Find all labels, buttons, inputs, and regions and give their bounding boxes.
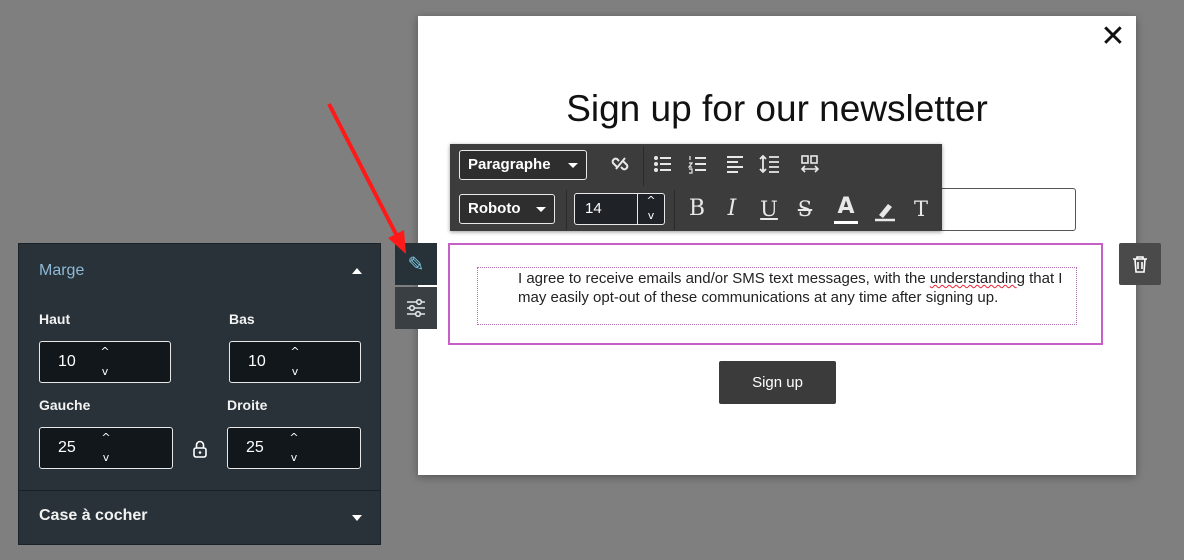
clear-format-icon[interactable]: T [909,198,933,220]
misspelled-word: understandin [929,270,1017,287]
toolbar-divider [674,190,675,230]
close-icon[interactable]: ✕ [1098,22,1128,52]
underline-icon[interactable]: U [757,198,781,220]
newsletter-modal: ✕ Sign up for our newsletter I agree to … [418,16,1136,475]
font-size-value: 14 [585,200,602,217]
modal-title: Sign up for our newsletter [566,88,988,129]
panel-divider [19,490,380,491]
chevron-down-icon[interactable]: v [40,448,172,468]
consent-text-part1: I agree to receive emails and/or SMS tex… [518,270,930,287]
gauche-stepper[interactable]: 25 ^ v [39,427,173,469]
consent-checkbox-area[interactable]: I agree to receive emails and/or SMS tex… [477,267,1077,325]
line-height-icon[interactable] [758,154,782,179]
numbered-list-icon[interactable] [686,154,710,179]
letter-spacing-icon[interactable] [798,154,822,179]
font-size-spinner: ^ v [637,194,664,224]
block-type-select[interactable]: Paragraphe [459,150,587,180]
section-title-marge[interactable]: Marge [39,262,84,280]
gauche-label: Gauche [39,397,91,413]
chevron-down-icon [568,163,578,168]
bold-icon[interactable]: B [685,198,709,220]
margin-settings-panel: Marge Haut Bas 10 ^ v 10 ^ v Gauche Droi… [18,243,381,545]
toolbar-divider [643,146,644,186]
trash-icon[interactable] [1119,243,1161,285]
bas-label: Bas [229,311,255,327]
font-family-select[interactable]: Roboto [459,194,555,224]
sliders-icon[interactable] [395,287,437,329]
consent-text[interactable]: I agree to receive emails and/or SMS tex… [518,269,1078,307]
chevron-down-icon[interactable] [352,515,362,521]
chevron-up-icon[interactable]: ^ [40,428,172,448]
chevron-up-icon[interactable]: ^ [230,342,360,362]
droite-stepper[interactable]: 25 ^ v [227,427,361,469]
section-title-case-a-cocher[interactable]: Case à cocher [39,507,148,525]
chevron-down-icon[interactable]: v [638,209,664,224]
chevron-up-icon[interactable]: ^ [40,342,170,362]
unlink-icon[interactable] [608,154,632,179]
signup-button[interactable]: Sign up [719,361,836,404]
font-size-stepper[interactable]: 14 ^ v [574,193,665,225]
pencil-icon[interactable]: ✎ [395,243,437,285]
font-family-value: Roboto [468,200,521,217]
haut-label: Haut [39,311,71,327]
chevron-up-icon[interactable] [352,268,362,274]
chevron-up-icon[interactable]: ^ [638,194,664,209]
chevron-down-icon[interactable]: v [230,362,360,382]
chevron-down-icon[interactable]: v [228,448,360,468]
chevron-down-icon [536,207,546,212]
italic-icon[interactable]: I [720,198,744,220]
bullet-list-icon[interactable] [651,154,675,179]
text-color-icon[interactable]: A [834,196,858,224]
toolbar-divider [566,190,567,230]
block-type-value: Paragraphe [468,156,551,173]
align-left-icon[interactable] [723,154,747,179]
bas-stepper[interactable]: 10 ^ v [229,341,361,383]
text-format-toolbar: Paragraphe Roboto 14 ^ v B I U S A T [450,144,942,231]
highlight-icon[interactable] [873,200,897,227]
lock-icon[interactable] [191,440,209,460]
chevron-down-icon[interactable]: v [40,362,170,382]
consent-block-selected[interactable]: I agree to receive emails and/or SMS tex… [448,243,1103,345]
chevron-up-icon[interactable]: ^ [228,428,360,448]
haut-stepper[interactable]: 10 ^ v [39,341,171,383]
droite-label: Droite [227,397,268,413]
strikethrough-icon[interactable]: S [793,198,817,220]
